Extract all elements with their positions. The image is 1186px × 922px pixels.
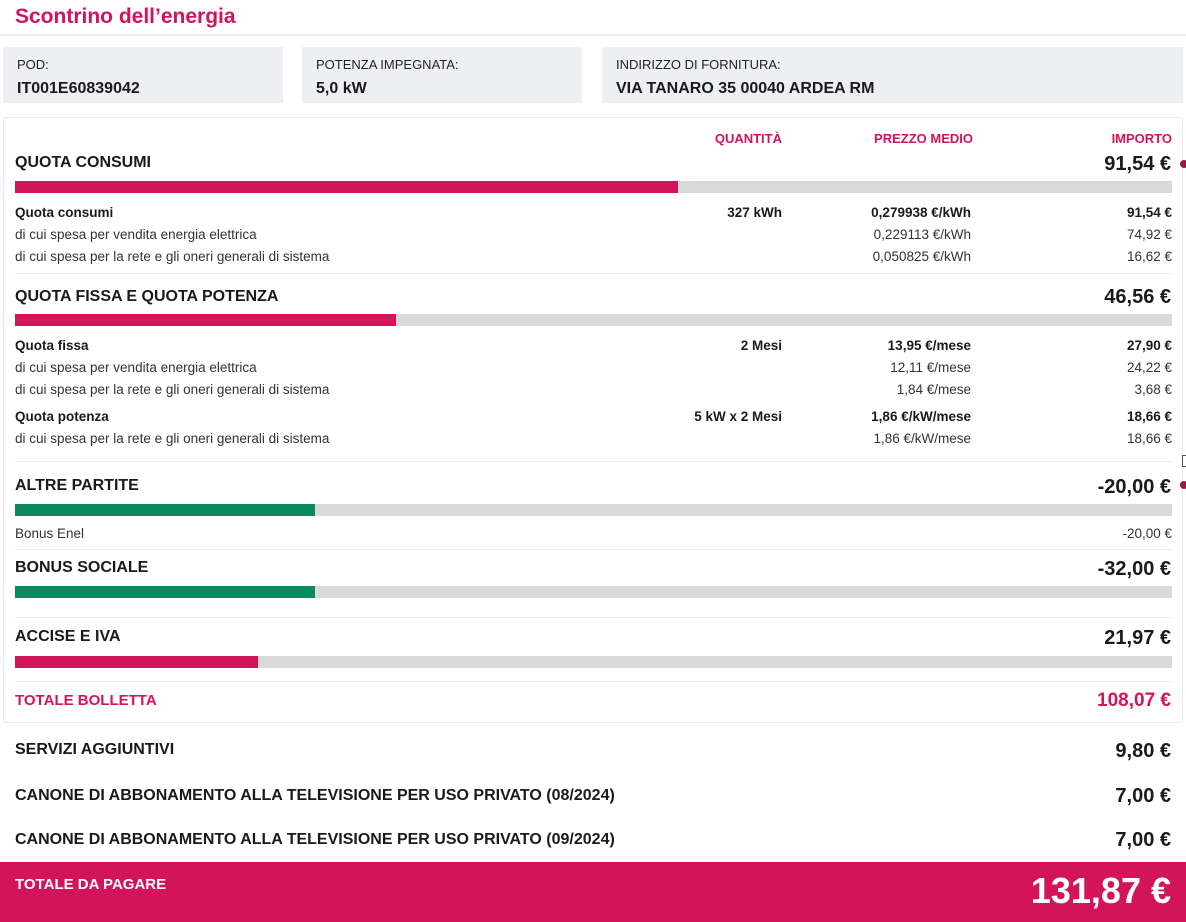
- table-row: Quota potenza 5 kW x 2 Mesi 1,86 €/kW/me…: [15, 409, 1172, 427]
- row-price: 1,86 €/kW/mese: [871, 409, 971, 424]
- table-row: Quota consumi 327 kWh 0,279938 €/kWh 91,…: [15, 205, 1172, 223]
- divider: [15, 549, 1172, 550]
- divider: [15, 617, 1172, 618]
- row-desc: Quota potenza: [15, 409, 109, 424]
- divider: [15, 681, 1172, 682]
- progress-bar-accise-iva: [15, 656, 1172, 668]
- divider: [15, 461, 1172, 462]
- potenza-value: 5,0 kW: [316, 80, 367, 97]
- progress-fill: [15, 181, 678, 193]
- row-amount: 3,68 €: [1134, 382, 1172, 397]
- row-desc: Bonus Enel: [15, 526, 85, 541]
- indirizzo-box: INDIRIZZO DI FORNITURA: VIA TANARO 35 00…: [602, 47, 1183, 103]
- section-title-bonus-sociale: BONUS SOCIALE: [15, 559, 149, 576]
- row-price: 0,050825 €/kWh: [872, 249, 971, 264]
- table-row: Quota fissa 2 Mesi 13,95 €/mese 27,90 €: [15, 338, 1172, 356]
- row-amount: 91,54 €: [1126, 205, 1172, 220]
- row-desc: Quota fissa: [15, 338, 89, 353]
- row-amount: 24,22 €: [1126, 360, 1172, 375]
- table-row: di cui spesa per la rete e gli oneri gen…: [15, 382, 1172, 400]
- total-da-pagare-banner: [0, 862, 1186, 922]
- row-price: 1,86 €/kW/mese: [873, 431, 971, 446]
- row-qty: 2 Mesi: [740, 338, 782, 353]
- progress-fill: [15, 656, 258, 668]
- scroll-marker-dot: [1180, 481, 1186, 489]
- progress-fill: [15, 504, 315, 516]
- total-da-pagare-amount: 131,87 €: [1030, 870, 1171, 911]
- section-amount-quota-consumi: 91,54 €: [1104, 153, 1171, 175]
- title-divider: [0, 34, 1186, 36]
- potenza-label: POTENZA IMPEGNATA:: [316, 57, 459, 72]
- pod-value: IT001E60839042: [17, 80, 140, 97]
- pod-label: POD:: [17, 57, 49, 72]
- indirizzo-label: INDIRIZZO DI FORNITURA:: [616, 57, 781, 72]
- extra-label-canone-08: CANONE DI ABBONAMENTO ALLA TELEVISIONE P…: [15, 787, 615, 804]
- indirizzo-value: VIA TANARO 35 00040 ARDEA RM: [616, 80, 875, 97]
- extra-label-canone-09: CANONE DI ABBONAMENTO ALLA TELEVISIONE P…: [15, 831, 615, 848]
- progress-fill: [15, 314, 396, 326]
- row-desc: di cui spesa per la rete e gli oneri gen…: [15, 382, 330, 397]
- row-price: 1,84 €/mese: [896, 382, 971, 397]
- table-row: di cui spesa per la rete e gli oneri gen…: [15, 249, 1172, 267]
- potenza-box: POTENZA IMPEGNATA: 5,0 kW: [302, 47, 582, 103]
- column-header-quantity: QUANTITÀ: [714, 131, 782, 146]
- row-amount: 74,92 €: [1126, 227, 1172, 242]
- extra-amount-canone-09: 7,00 €: [1115, 829, 1171, 851]
- row-desc: di cui spesa per vendita energia elettri…: [15, 227, 257, 242]
- progress-fill: [15, 586, 315, 598]
- text-cursor-icon: [1182, 455, 1186, 467]
- row-desc: di cui spesa per la rete e gli oneri gen…: [15, 249, 330, 264]
- row-price: 13,95 €/mese: [887, 338, 971, 353]
- section-title-quota-consumi: QUOTA CONSUMI: [15, 154, 151, 171]
- row-price: 0,279938 €/kWh: [871, 205, 971, 220]
- table-row: di cui spesa per vendita energia elettri…: [15, 227, 1172, 245]
- section-amount-altre-partite: -20,00 €: [1097, 476, 1171, 498]
- section-amount-quota-fissa: 46,56 €: [1104, 286, 1171, 308]
- row-qty: 5 kW x 2 Mesi: [694, 409, 782, 424]
- total-bolletta-label: TOTALE BOLLETTA: [15, 692, 157, 709]
- extra-label-servizi: SERVIZI AGGIUNTIVI: [15, 741, 175, 758]
- section-title-accise-iva: ACCISE E IVA: [15, 628, 121, 645]
- table-row: di cui spesa per la rete e gli oneri gen…: [15, 431, 1172, 449]
- scroll-marker-dot: [1180, 160, 1186, 168]
- total-da-pagare-label: TOTALE DA PAGARE: [15, 876, 167, 893]
- row-desc: di cui spesa per la rete e gli oneri gen…: [15, 431, 330, 446]
- extra-amount-servizi: 9,80 €: [1115, 740, 1171, 762]
- row-amount: -20,00 €: [1122, 526, 1172, 541]
- total-bolletta-amount: 108,07 €: [1097, 690, 1171, 711]
- row-amount: 18,66 €: [1126, 431, 1172, 446]
- section-title-quota-fissa: QUOTA FISSA E QUOTA POTENZA: [15, 288, 279, 305]
- row-qty: 327 kWh: [727, 205, 782, 220]
- row-amount: 27,90 €: [1126, 338, 1172, 353]
- row-desc: di cui spesa per vendita energia elettri…: [15, 360, 257, 375]
- row-amount: 16,62 €: [1126, 249, 1172, 264]
- table-row: di cui spesa per vendita energia elettri…: [15, 360, 1172, 378]
- column-header-price: PREZZO MEDIO: [874, 131, 973, 146]
- progress-bar-altre-partite: [15, 504, 1172, 516]
- row-price: 0,229113 €/kWh: [873, 227, 971, 242]
- pod-box: POD: IT001E60839042: [3, 47, 283, 103]
- section-amount-accise-iva: 21,97 €: [1104, 627, 1171, 649]
- row-amount: 18,66 €: [1126, 409, 1172, 424]
- divider: [15, 273, 1172, 274]
- progress-bar-bonus-sociale: [15, 586, 1172, 598]
- row-price: 12,11 €/mese: [890, 360, 971, 375]
- section-title-altre-partite: ALTRE PARTITE: [15, 477, 139, 494]
- table-row: Bonus Enel -20,00 €: [15, 526, 1172, 544]
- column-header-amount: IMPORTO: [1111, 131, 1172, 146]
- row-desc: Quota consumi: [15, 205, 114, 220]
- extra-amount-canone-08: 7,00 €: [1115, 785, 1171, 807]
- section-amount-bonus-sociale: -32,00 €: [1097, 558, 1171, 580]
- progress-bar-quota-fissa: [15, 314, 1172, 326]
- progress-bar-quota-consumi: [15, 181, 1172, 193]
- page-title: Scontrino dell’energia: [15, 5, 236, 28]
